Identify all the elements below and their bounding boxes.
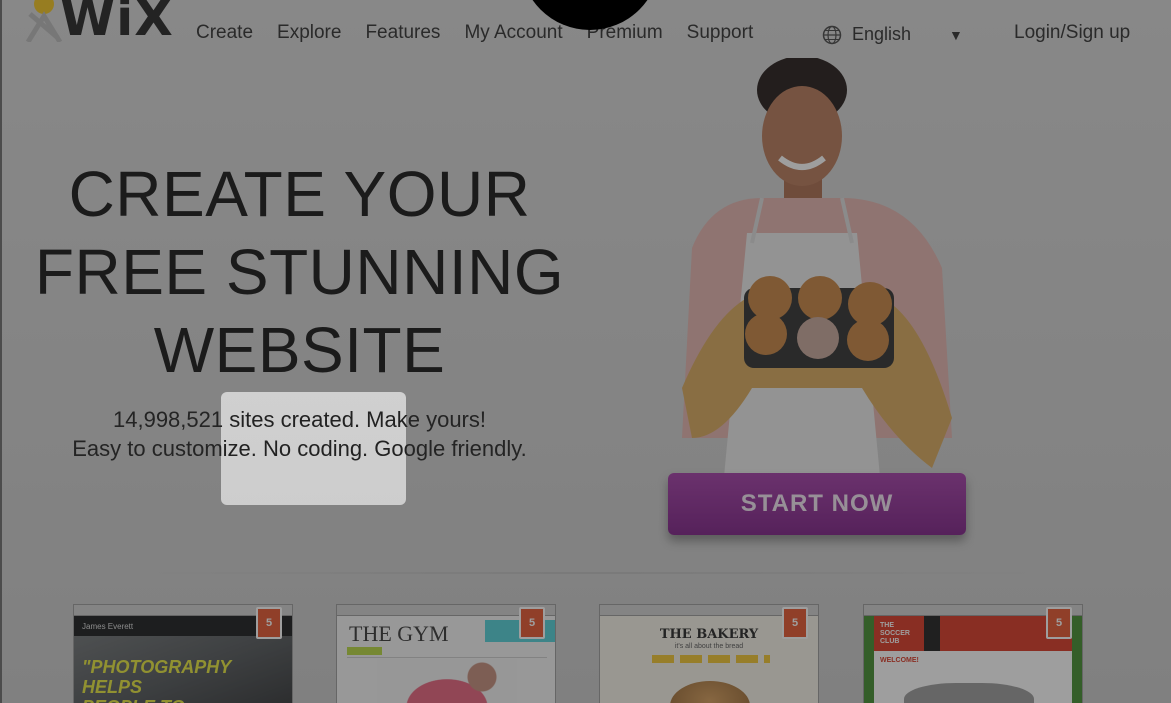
hero-tagline: Easy to customize. No coding. Google fri… [72,436,527,461]
template-nav-bar [652,655,770,663]
template-header: THE SOCCER CLUB [874,616,1072,651]
globe-icon [822,25,842,44]
template-headline: "PHOTOGRAPHY HELPS PEOPLE TO [82,657,231,703]
wix-logo[interactable]: WiX [24,0,174,47]
template-body: WELCOME! [874,651,1072,703]
divider-line [142,572,1042,574]
template-name: THE GYM [349,621,449,646]
wix-home-page: WiX Create Explore Features My Account P… [0,0,1171,703]
html5-badge-icon: 5 [519,607,545,639]
template-nav-bar [347,647,382,655]
headline-line-2: FREE STUNNING [34,236,565,308]
nav-my-account[interactable]: My Account [464,22,562,44]
template-welcome: WELCOME! [880,657,919,664]
template-name: James Everett [82,622,134,631]
template-bakery[interactable]: THE BAKERY it's all about the bread 5 [599,604,819,703]
nav-support[interactable]: Support [687,22,754,44]
chevron-down-icon: ▼ [949,26,963,43]
template-divider [347,657,547,658]
sites-created-count: 14,998,521 sites created. Make yours! [113,407,486,432]
wix-mascot-icon [25,0,63,42]
main-nav: Create Explore Features My Account Premi… [196,22,777,44]
template-photo [670,681,750,703]
login-signup-link[interactable]: Login/Sign up [1014,22,1130,44]
nav-features[interactable]: Features [365,22,440,44]
start-now-button[interactable]: START NOW [668,473,966,535]
nav-explore[interactable]: Explore [277,22,341,44]
template-gym[interactable]: THE GYM 5 [336,604,556,703]
language-label: English [852,24,912,44]
headline-line-1: CREATE YOUR [68,158,531,230]
hero-headline: CREATE YOUR FREE STUNNING WEBSITE [22,155,577,389]
template-photo [904,683,1034,703]
hero-subtext: 14,998,521 sites created. Make yours! Ea… [22,405,577,463]
headline-line-3: WEBSITE [153,314,446,386]
template-tagline: it's all about the bread [674,643,744,650]
html5-badge-icon: 5 [256,607,282,639]
html5-badge-icon: 5 [782,607,808,639]
baker-woman-image [682,58,952,498]
template-nav [924,616,940,651]
logo-wordmark: WiX [60,0,174,47]
html5-badge-icon: 5 [1046,607,1072,639]
template-photo [377,659,517,703]
template-name: THE SOCCER CLUB [880,622,910,645]
language-selector[interactable]: English ▼ [822,24,963,45]
template-soccer[interactable]: THE SOCCER CLUB WELCOME! 5 [863,604,1083,703]
nav-create[interactable]: Create [196,22,253,44]
template-photography[interactable]: James Everett "PHOTOGRAPHY HELPS PEOPLE … [73,604,293,703]
